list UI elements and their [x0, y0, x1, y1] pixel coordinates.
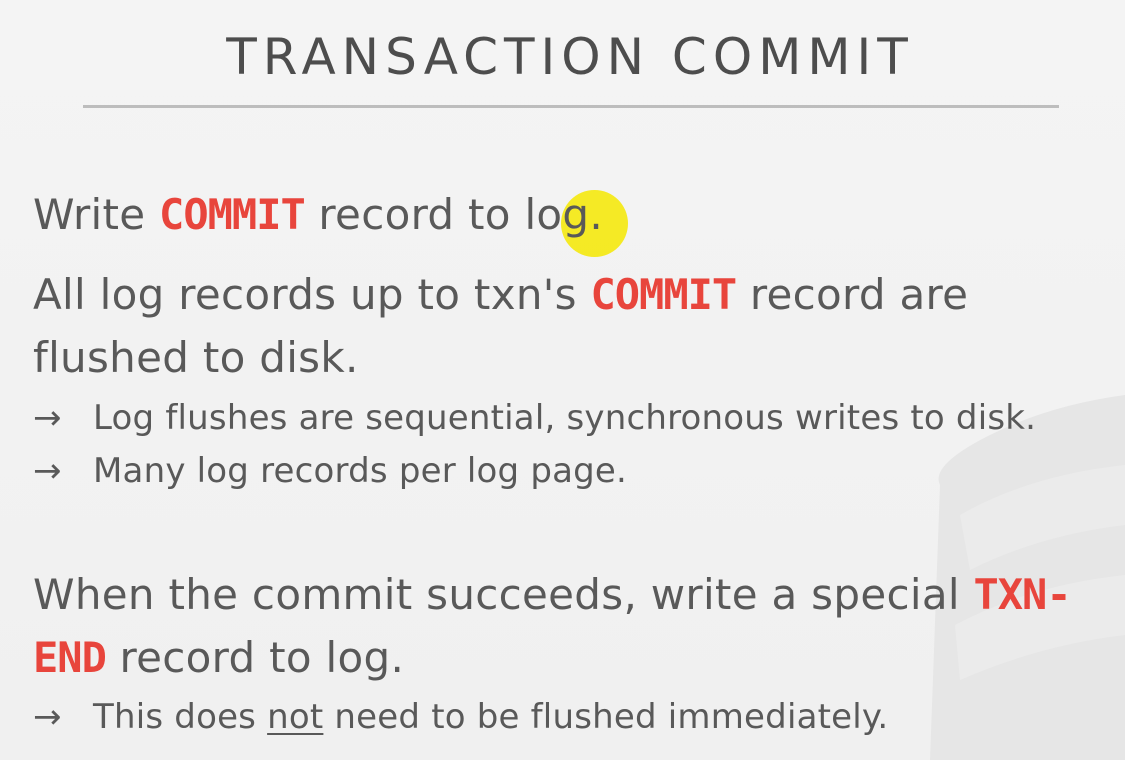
point-text: record to log. — [304, 190, 604, 239]
sub-bullet-text: need to be flushed immediately. — [323, 697, 889, 737]
sub-bullet-text: Log flushes are sequential, synchronous … — [93, 398, 1037, 438]
point-log-records-cont: flushed to disk. — [33, 333, 359, 382]
end-keyword: END — [33, 633, 107, 682]
txn-keyword: TXN- — [973, 570, 1071, 619]
title-divider — [83, 105, 1059, 108]
point-text: record are — [736, 270, 969, 319]
point-text: record to log. — [105, 633, 405, 682]
arrow-icon: → — [33, 398, 62, 438]
sub-bullet-text: This does — [93, 697, 268, 737]
point-txn-end: When the commit succeeds, write a specia… — [33, 570, 1072, 619]
commit-keyword: COMMIT — [159, 190, 306, 239]
sub-bullet-text: Many log records per log page. — [93, 451, 628, 491]
point-text: Write — [33, 190, 160, 239]
slide: TRANSACTION COMMIT Write COMMIT record t… — [0, 0, 1125, 760]
point-text: When the commit succeeds, write a specia… — [33, 570, 974, 619]
page-title: TRANSACTION COMMIT — [226, 28, 914, 86]
sub-bullet-sequential: → Log flushes are sequential, synchronous… — [33, 398, 1036, 438]
emphasis-not: not — [267, 697, 324, 737]
point-text: All log records up to txn's — [33, 270, 591, 319]
arrow-icon: → — [33, 451, 62, 491]
point-log-records: All log records up to txn's COMMIT recor… — [33, 270, 968, 319]
commit-keyword: COMMIT — [590, 270, 737, 319]
arrow-icon: → — [33, 697, 62, 737]
sub-bullet-not-flushed: → This does not need to be flushed immedi… — [33, 697, 888, 737]
sub-bullet-many-records: → Many log records per log page. — [33, 451, 627, 491]
point-txn-end-cont: END record to log. — [33, 633, 404, 682]
point-write-commit: Write COMMIT record to log. — [33, 190, 603, 239]
